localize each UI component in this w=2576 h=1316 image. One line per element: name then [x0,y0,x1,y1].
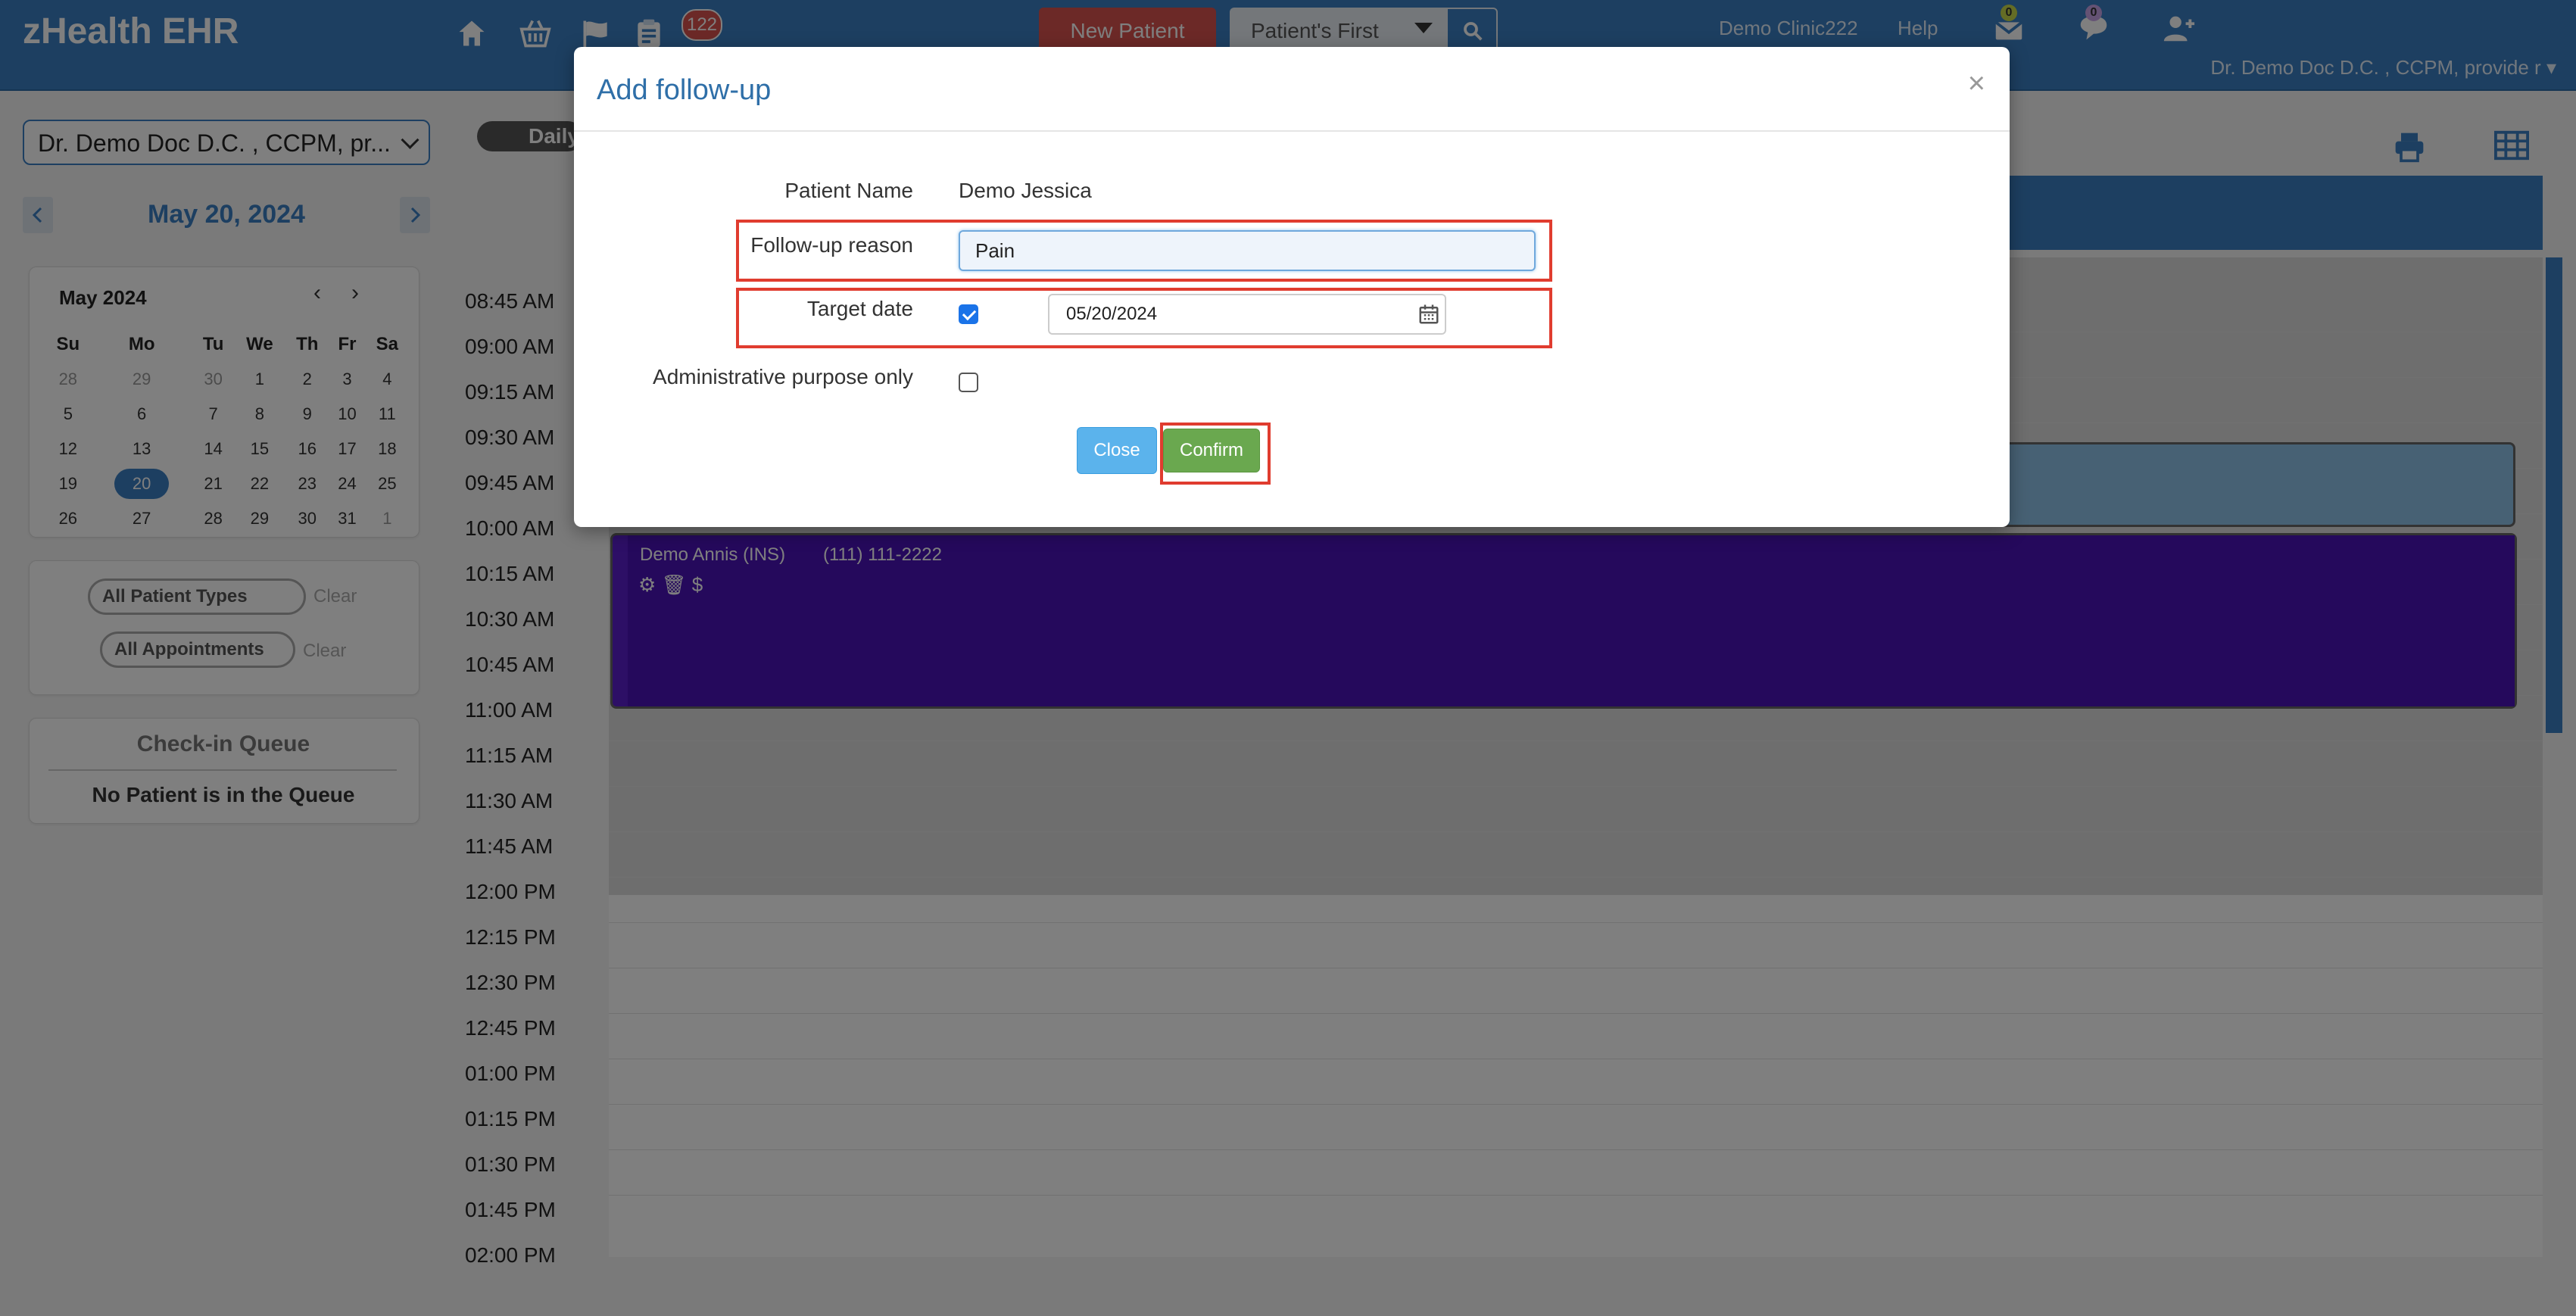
patient-name-value: Demo Jessica [959,179,1092,202]
confirm-button[interactable]: Confirm [1163,429,1260,472]
patient-name-label: Patient Name [784,179,913,202]
close-button[interactable]: Close [1077,427,1157,474]
dialog-title: Add follow-up [597,74,772,106]
add-follow-up-dialog: Add follow-up × [574,47,2010,527]
dialog-divider [574,130,2010,132]
follow-up-reason-label: Follow-up reason [750,233,913,257]
target-date-checkbox[interactable] [959,304,978,324]
target-date-label: Target date [806,297,913,320]
calendar-icon[interactable] [1417,303,1440,326]
follow-up-reason-input[interactable]: Pain [959,230,1536,271]
target-date-input[interactable]: 05/20/2024 [1048,294,1446,335]
admin-purpose-checkbox[interactable] [959,373,978,392]
admin-purpose-label: Administrative purpose only [653,365,913,388]
close-icon[interactable]: × [1968,67,1985,101]
